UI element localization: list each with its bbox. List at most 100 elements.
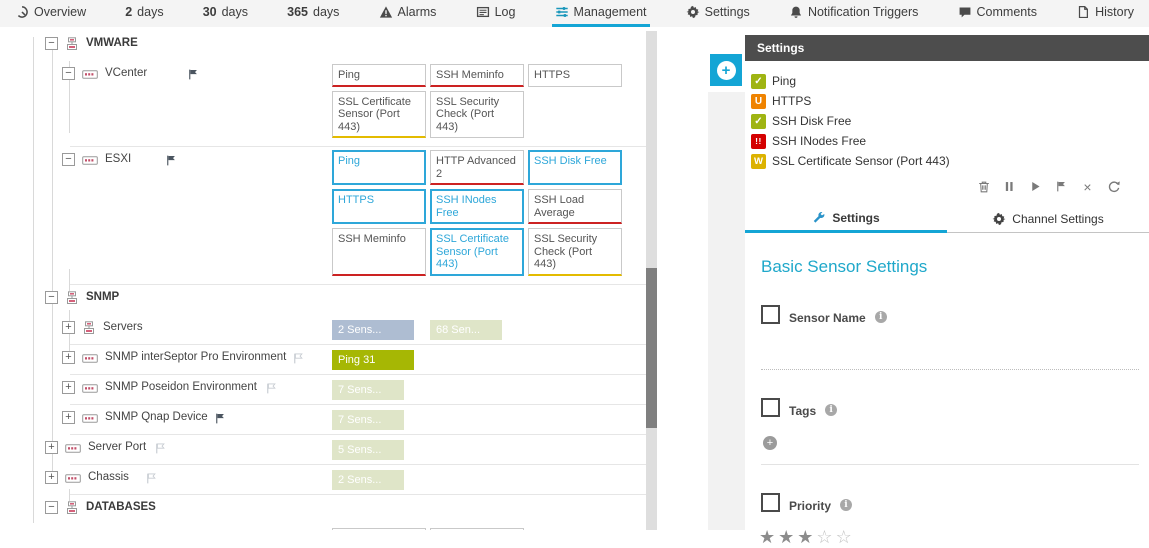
info-icon[interactable]: i <box>840 499 852 511</box>
sensor-box[interactable]: Ping <box>332 64 426 87</box>
collapse-toggle[interactable]: − <box>62 153 75 166</box>
sensor-box[interactable]: SSH Meminfo <box>332 228 426 276</box>
info-icon[interactable]: i <box>825 404 837 416</box>
group-icon <box>82 321 96 340</box>
tree-row-label-area: + Server Port <box>8 438 332 460</box>
tree-item-name[interactable]: Chassis <box>88 471 129 483</box>
nav-item-notification-triggers[interactable]: Notification Triggers <box>786 0 921 27</box>
sensor-count-badge[interactable]: 5 Sens... <box>332 440 404 460</box>
checkbox[interactable] <box>761 493 780 512</box>
sensor-box[interactable]: SSL Security Check (Port 443) <box>528 228 622 276</box>
nav-item-comments[interactable]: Comments <box>955 0 1040 27</box>
selected-sensor-item[interactable]: ✓Ping <box>751 71 1149 91</box>
sensor-box[interactable]: SSH Disk Free <box>528 150 622 185</box>
nav-item-history[interactable]: History <box>1073 0 1137 27</box>
device-icon <box>82 411 98 429</box>
delete-button[interactable] <box>976 179 991 194</box>
tree-scrollbar[interactable] <box>646 31 657 530</box>
tree-item-name[interactable]: SNMP Qnap Device <box>105 411 208 423</box>
collapse-toggle[interactable]: − <box>45 501 58 514</box>
tree-scrollbar-thumb[interactable] <box>646 268 657 428</box>
add-object-button[interactable]: + <box>710 54 742 86</box>
top-nav: Overview2days30days365daysAlarmsLogManag… <box>0 0 1149 27</box>
selected-sensor-item[interactable]: ✓SSH Disk Free <box>751 111 1149 131</box>
tab-settings[interactable]: Settings <box>745 206 947 233</box>
collapse-toggle[interactable]: − <box>45 37 58 50</box>
sensor-area: 2 Sens... <box>332 468 646 490</box>
flag-icon <box>187 68 200 86</box>
expand-toggle[interactable]: + <box>62 381 75 394</box>
tree-item-name[interactable]: SNMP <box>86 291 119 303</box>
tree-item-name[interactable]: VMWARE <box>86 37 138 49</box>
tree-item-name[interactable]: VCenter <box>105 67 147 79</box>
close-button[interactable]: × <box>1080 179 1095 194</box>
nav-item-number: 2 <box>125 5 132 19</box>
add-tag-button[interactable]: + <box>763 436 777 450</box>
expand-toggle[interactable]: + <box>62 321 75 334</box>
sensor-box[interactable]: Ping <box>332 150 426 185</box>
sensor-box[interactable]: HTTPS <box>332 189 426 224</box>
flag-icon <box>265 382 278 400</box>
sensor-box[interactable]: HTTPS <box>528 64 622 87</box>
sensor-box[interactable]: SSL Security Check (Port 443) <box>430 91 524 139</box>
tree-item-name[interactable]: ESXI <box>105 153 131 165</box>
flag-icon <box>165 154 178 172</box>
nav-item-management[interactable]: Management <box>552 0 650 27</box>
selected-sensor-item[interactable]: !!SSH INodes Free <box>751 131 1149 151</box>
expand-toggle[interactable]: + <box>45 441 58 454</box>
nav-item-days-30[interactable]: 30days <box>200 0 251 27</box>
sensor-count-badge[interactable]: 2 Sens... <box>332 320 414 340</box>
sensor-box[interactable]: SSL Certificate Sensor (Port 443) <box>430 228 524 276</box>
checkbox[interactable] <box>761 305 780 324</box>
priority-stars[interactable]: ★★★☆☆ <box>759 527 1149 548</box>
sensor-box[interactable]: SSL Certificate Sensor (Port 443) <box>332 91 426 139</box>
sensor-box[interactable]: SSH Meminfo <box>430 64 524 87</box>
nav-item-alarms[interactable]: Alarms <box>376 0 440 27</box>
sensor-box[interactable]: HTTP Advanced 2 <box>430 150 524 185</box>
field-label: Tags <box>789 404 816 418</box>
tree-row: + Server Port 5 Sens... <box>8 435 646 465</box>
pause-button[interactable] <box>1002 179 1017 194</box>
flag-button[interactable] <box>1054 179 1069 194</box>
tree-item-name[interactable]: SNMP interSeptor Pro Environment <box>105 351 286 363</box>
tree-item-name[interactable]: Servers <box>103 321 143 333</box>
tree-item-name[interactable]: SNMP Poseidon Environment <box>105 381 257 393</box>
log-icon <box>476 5 490 19</box>
tree-item-name[interactable]: DATABASES <box>86 501 156 513</box>
selected-sensor-item[interactable]: UHTTPS <box>751 91 1149 111</box>
flag-icon <box>214 412 227 430</box>
sensor-badge-row: 5 Sens... <box>332 438 646 460</box>
nav-item-label: Management <box>574 5 647 19</box>
selected-sensor-item[interactable]: WSSL Certificate Sensor (Port 443) <box>751 151 1149 171</box>
sensor-area: 2 Sens... 68 Sen... <box>332 318 646 340</box>
nav-item-log[interactable]: Log <box>473 0 519 27</box>
nav-item-days-2[interactable]: 2days <box>122 0 166 27</box>
nav-item-days-365[interactable]: 365days <box>284 0 342 27</box>
expand-toggle[interactable]: + <box>45 471 58 484</box>
nav-item-settings[interactable]: Settings <box>683 0 753 27</box>
refresh-button[interactable] <box>1106 179 1121 194</box>
sensor-box[interactable]: SSH INodes Free <box>430 189 524 224</box>
sensor-count-badge[interactable]: 7 Sens... <box>332 410 404 430</box>
sensor-count-badge[interactable]: Ping 31 <box>332 350 414 370</box>
nav-item-overview[interactable]: Overview <box>12 0 89 27</box>
collapse-toggle[interactable]: − <box>45 291 58 304</box>
checkbox[interactable] <box>761 398 780 417</box>
info-icon[interactable]: i <box>875 311 887 323</box>
device-icon <box>82 153 98 171</box>
tree-item-name[interactable]: Server Port <box>88 441 146 453</box>
tab-label: Channel Settings <box>1012 212 1103 226</box>
tree-row: + Servers 2 Sens... 68 Sen... <box>8 315 646 345</box>
sensor-box[interactable]: SSH Load Average <box>528 189 622 224</box>
resume-button[interactable] <box>1028 179 1043 194</box>
expand-toggle[interactable]: + <box>62 351 75 364</box>
sensor-count-badge[interactable]: 2 Sens... <box>332 470 404 490</box>
sensor-count-badge[interactable]: 68 Sen... <box>430 320 502 340</box>
sensor-area <box>332 34 646 56</box>
panel-title: Settings <box>745 35 1149 61</box>
expand-toggle[interactable]: + <box>62 411 75 424</box>
tab-channel-settings[interactable]: Channel Settings <box>947 206 1149 233</box>
nav-item-label: days <box>313 5 339 19</box>
collapse-toggle[interactable]: − <box>62 67 75 80</box>
sensor-count-badge[interactable]: 7 Sens... <box>332 380 404 400</box>
